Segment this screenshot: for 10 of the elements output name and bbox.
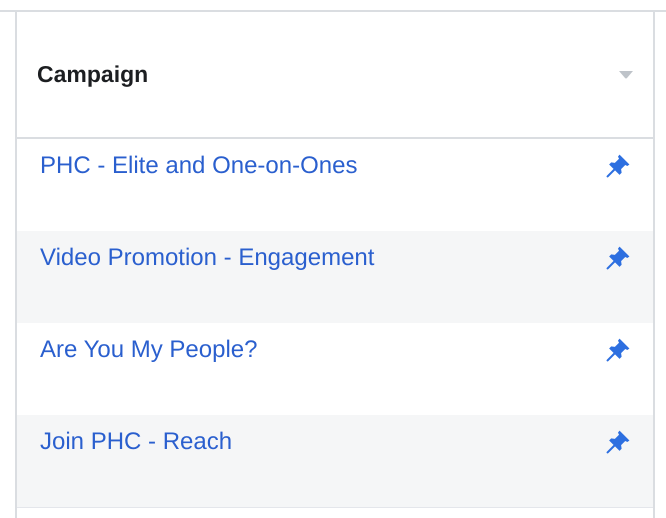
campaign-link[interactable]: Video Promotion - Engagement [40,244,374,272]
pin-icon[interactable] [606,153,631,178]
campaign-link[interactable]: Are You My People? [40,336,258,364]
pin-icon[interactable] [606,245,631,270]
campaign-link[interactable]: PHC - Elite and One-on-Ones [40,152,358,180]
column-header[interactable]: Campaign [17,12,653,139]
campaign-link[interactable]: Join PHC - Reach [40,428,232,456]
pin-icon[interactable] [606,429,631,454]
pin-icon[interactable] [606,337,631,362]
column-title: Campaign [37,61,148,88]
